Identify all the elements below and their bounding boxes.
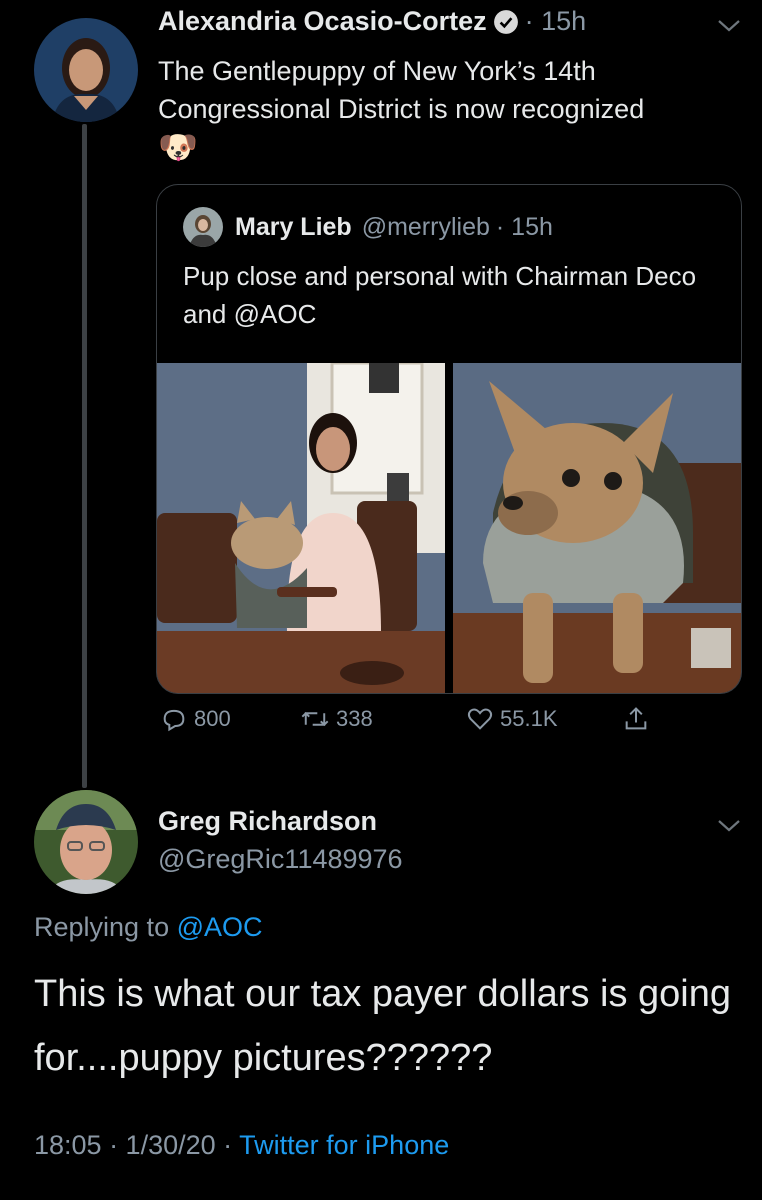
tweet-author-name[interactable]: Alexandria Ocasio-Cortez · 15h <box>158 6 586 37</box>
quoted-tweet-header: Mary Lieb @merrylieb · 15h <box>183 207 553 247</box>
quoted-tweet-time: · 15h <box>495 212 553 241</box>
tweet-source-link[interactable]: Twitter for iPhone <box>239 1130 449 1160</box>
replying-to-label: Replying to <box>34 912 170 942</box>
quoted-tweet-text: Pup close and personal with Chairman Dec… <box>183 261 697 329</box>
quoted-tweet-photos <box>157 363 741 693</box>
like-count: 55.1K <box>500 706 558 731</box>
reply-author-handle[interactable]: @GregRic11489976 <box>158 844 403 875</box>
reply-tweet-text: This is what our tax payer dollars is go… <box>34 973 731 1079</box>
quoted-tweet-card[interactable]: Mary Lieb @merrylieb · 15h Pup close and… <box>156 184 742 694</box>
puppy-emoji: 🐶 <box>158 129 198 165</box>
reply-tweet-meta: 18:05 · 1/30/20 · Twitter for iPhone <box>34 1130 449 1161</box>
tweet-text: The Gentlepuppy of New York’s 14th Congr… <box>158 56 645 165</box>
photo-woman-with-dog[interactable] <box>157 363 445 693</box>
verified-badge-icon <box>493 9 518 34</box>
quoted-author-name[interactable]: Mary Lieb <box>235 213 352 242</box>
reply-chevron-down-icon[interactable] <box>716 818 742 834</box>
thread-connector-line <box>82 124 87 788</box>
tweet-time: · 15h <box>524 6 587 36</box>
author-avatar[interactable] <box>34 18 138 122</box>
tweet-action-bar: 800 338 55.1K <box>156 705 676 745</box>
retweet-button[interactable]: 338 <box>300 705 373 733</box>
retweet-icon <box>301 711 329 727</box>
reply-author-name[interactable]: Greg Richardson <box>158 806 377 837</box>
share-button[interactable] <box>622 705 650 733</box>
reply-author-avatar[interactable] <box>34 790 138 894</box>
reply-icon <box>163 709 185 732</box>
replying-to-line: Replying to @AOC <box>34 912 263 943</box>
quoted-author-avatar[interactable] <box>183 207 223 247</box>
replying-to-handle-link[interactable]: @AOC <box>177 912 263 942</box>
like-button[interactable]: 55.1K <box>466 705 558 733</box>
reply-button[interactable]: 800 <box>160 705 231 733</box>
share-icon <box>625 707 647 730</box>
reply-timestamp: 18:05 · 1/30/20 · <box>34 1130 233 1160</box>
retweet-count: 338 <box>336 706 373 731</box>
chevron-down-icon[interactable] <box>716 18 742 34</box>
heart-icon <box>467 708 493 730</box>
reply-count: 800 <box>194 706 231 731</box>
photo-dog-closeup[interactable] <box>453 363 741 693</box>
quoted-author-handle[interactable]: @merrylieb <box>362 213 490 242</box>
